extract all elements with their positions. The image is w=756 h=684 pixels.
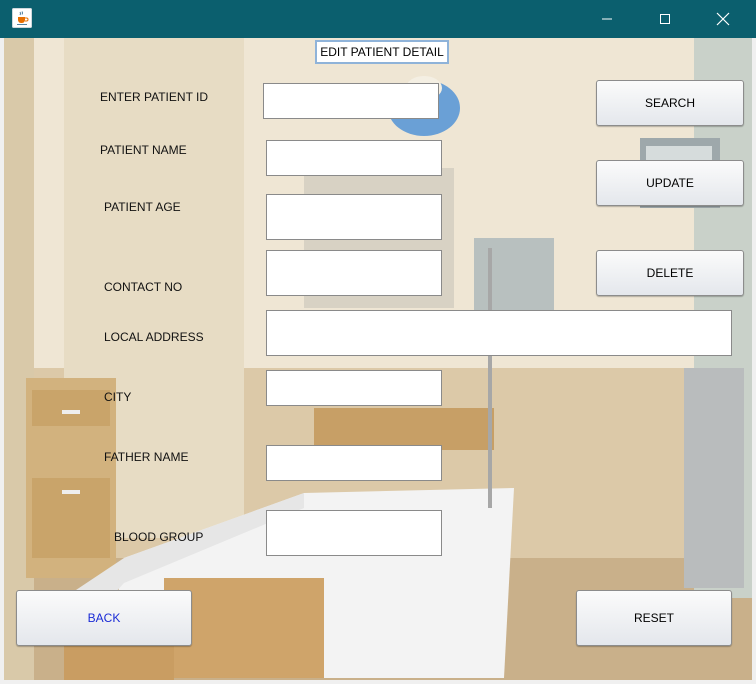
patient-name-input[interactable] — [266, 140, 442, 176]
maximize-icon — [660, 14, 670, 24]
maximize-button[interactable] — [636, 0, 694, 38]
reset-button[interactable]: RESET — [576, 590, 732, 646]
java-cup-icon — [12, 8, 32, 28]
patient-id-label: ENTER PATIENT ID — [100, 90, 209, 104]
delete-button[interactable]: DELETE — [596, 250, 744, 296]
minimize-button[interactable] — [578, 0, 636, 38]
city-input[interactable] — [266, 370, 442, 406]
contact-no-input[interactable] — [266, 250, 442, 296]
application-window: EDIT PATIENT DETAIL ENTER PATIENT ID PAT… — [0, 0, 756, 684]
patient-id-input[interactable] — [263, 83, 439, 119]
patient-name-label: PATIENT NAME — [100, 143, 187, 157]
father-name-input[interactable] — [266, 445, 442, 481]
local-address-label: LOCAL ADDRESS — [104, 330, 204, 344]
minimize-icon — [602, 18, 612, 20]
patient-age-label: PATIENT AGE — [104, 200, 181, 214]
blood-group-label: BLOOD GROUP — [114, 530, 204, 544]
father-name-label: FATHER NAME — [104, 450, 189, 464]
form-panel: EDIT PATIENT DETAIL ENTER PATIENT ID PAT… — [4, 38, 752, 680]
close-icon — [716, 12, 730, 26]
back-button[interactable]: BACK — [16, 590, 192, 646]
contact-no-label: CONTACT NO — [104, 280, 183, 294]
search-button[interactable]: SEARCH — [596, 80, 744, 126]
patient-age-input[interactable] — [266, 194, 442, 240]
hospital-room-background — [4, 38, 752, 680]
city-label: CITY — [104, 390, 132, 404]
title-bar[interactable] — [0, 0, 756, 38]
local-address-input[interactable] — [266, 310, 732, 356]
blood-group-input[interactable] — [266, 510, 442, 556]
update-button[interactable]: UPDATE — [596, 160, 744, 206]
page-title: EDIT PATIENT DETAIL — [315, 40, 449, 64]
close-button[interactable] — [694, 0, 752, 38]
